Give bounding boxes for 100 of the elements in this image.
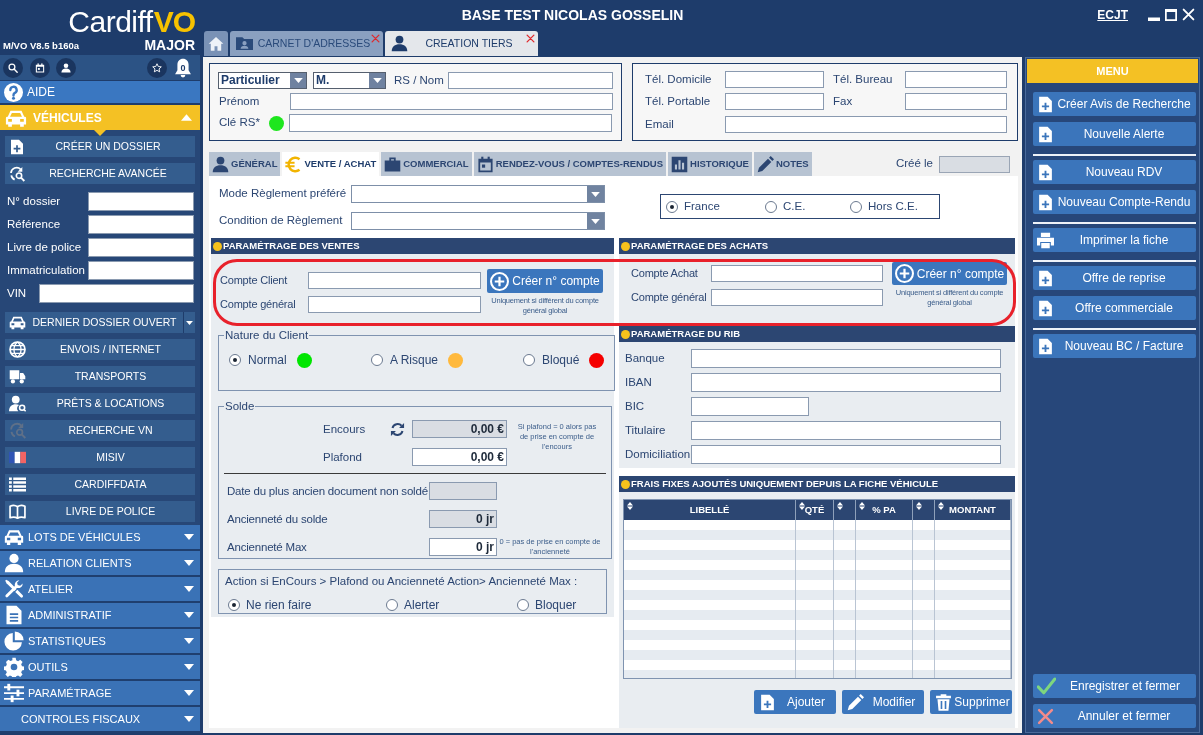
- input-field[interactable]: [711, 265, 883, 282]
- input-field[interactable]: [691, 445, 1001, 464]
- menu-button[interactable]: Créer Avis de Recherche: [1033, 92, 1196, 116]
- create-account-button[interactable]: Créer n° compte: [892, 262, 1007, 285]
- tab[interactable]: VENTE / ACHAT: [282, 152, 380, 176]
- type-select[interactable]: Particulier: [218, 72, 307, 89]
- tab[interactable]: GÉNÉRAL: [209, 152, 281, 176]
- input-field[interactable]: [905, 93, 1007, 111]
- input-field[interactable]: [289, 114, 612, 132]
- group-label: Action si EnCours > Plafond ou Ancienneté Action> Ancienneté Max :: [225, 574, 579, 589]
- field-label: BIC: [625, 398, 646, 414]
- field-label: Tél. Portable: [645, 94, 712, 110]
- input-field[interactable]: [290, 93, 613, 110]
- amount-field[interactable]: 0,00 €: [412, 420, 507, 439]
- person-icon[interactable]: [56, 57, 76, 78]
- input-field[interactable]: [88, 238, 194, 257]
- dropdown-field[interactable]: [351, 185, 605, 203]
- input-field[interactable]: [725, 93, 824, 111]
- radio-button[interactable]: [371, 354, 383, 367]
- menu-item[interactable]: ATELIER: [0, 577, 200, 603]
- create-account-button[interactable]: Créer n° compte: [487, 269, 603, 293]
- tab[interactable]: CARNET D'ADRESSES: [230, 31, 383, 56]
- menu-button[interactable]: Offre de reprise: [1033, 266, 1196, 290]
- search-icon[interactable]: [3, 57, 23, 78]
- input-field[interactable]: [39, 284, 194, 303]
- menu-button[interactable]: CARDIFFDATA: [5, 474, 195, 495]
- input-field[interactable]: [88, 261, 194, 280]
- menu-button[interactable]: CRÉER UN DOSSIER: [5, 136, 195, 157]
- menu-item[interactable]: RELATION CLIENTS: [0, 551, 200, 577]
- menu-item[interactable]: PARAMÉTRAGE: [0, 681, 200, 707]
- menu-button[interactable]: Offre commerciale: [1033, 296, 1196, 320]
- tab[interactable]: [204, 31, 228, 56]
- input-field[interactable]: [691, 421, 1001, 440]
- radio-button[interactable]: [517, 599, 529, 612]
- menu-button[interactable]: RECHERCHE AVANCÉE: [5, 163, 195, 184]
- action-button[interactable]: Supprimer: [930, 690, 1012, 714]
- input-field[interactable]: [448, 72, 613, 89]
- menu-button[interactable]: Nouveau Compte-Rendu: [1033, 190, 1196, 214]
- radio-button[interactable]: [850, 200, 862, 213]
- input-field[interactable]: [711, 289, 883, 306]
- input-field[interactable]: [725, 71, 824, 89]
- input-field[interactable]: [691, 349, 1001, 368]
- civility-select[interactable]: M.: [313, 72, 386, 89]
- menu-button[interactable]: Nouvelle Alerte: [1033, 122, 1196, 146]
- action-button[interactable]: Modifier: [842, 690, 924, 714]
- menu-button[interactable]: RECHERCHE VN: [5, 420, 195, 441]
- menu-button[interactable]: ENVOIS / INTERNET: [5, 339, 195, 360]
- input-field[interactable]: [308, 296, 481, 313]
- radio-button[interactable]: [386, 599, 398, 612]
- tab[interactable]: CREATION TIERS: [385, 31, 538, 56]
- radio-label: France: [684, 198, 720, 214]
- refresh-icon: [390, 421, 405, 437]
- menu-button[interactable]: Nouveau RDV: [1033, 160, 1196, 184]
- menu-button[interactable]: Annuler et fermer: [1033, 704, 1196, 728]
- menu-item[interactable]: ADMINISTRATIF: [0, 603, 200, 629]
- help-menu-item[interactable]: AIDE: [0, 81, 200, 103]
- value-field[interactable]: [429, 482, 497, 501]
- dropdown-field[interactable]: [351, 212, 605, 230]
- date-field[interactable]: [939, 155, 1010, 173]
- amount-field[interactable]: 0,00 €: [412, 448, 507, 467]
- menu-button[interactable]: Imprimer la fiche: [1033, 228, 1196, 252]
- pencil-icon: [847, 693, 864, 711]
- action-button[interactable]: Ajouter: [754, 690, 836, 714]
- menu-item[interactable]: STATISTIQUES: [0, 629, 200, 655]
- user-link[interactable]: ECJT: [1097, 5, 1128, 24]
- menu-button[interactable]: LIVRE DE POLICE: [5, 501, 195, 522]
- menu-button[interactable]: Enregistrer et fermer: [1033, 674, 1196, 698]
- input-field[interactable]: [308, 272, 481, 289]
- menu-button[interactable]: Nouveau BC / Facture: [1033, 334, 1196, 358]
- menu-item[interactable]: LOTS DE VÉHICULES: [0, 525, 200, 551]
- tab[interactable]: RENDEZ-VOUS / COMPTES-RENDUS: [473, 152, 666, 176]
- radio-button[interactable]: [523, 354, 535, 367]
- menu-button[interactable]: DERNIER DOSSIER OUVERT: [5, 312, 195, 333]
- value-field[interactable]: 0 jr: [429, 510, 497, 529]
- file-plus-icon: [1037, 125, 1054, 143]
- menu-item[interactable]: CONTROLES FISCAUX: [0, 707, 200, 733]
- maximize-icon[interactable]: [1165, 8, 1177, 21]
- plus-circle-icon: [895, 264, 914, 283]
- radio-button[interactable]: [666, 200, 678, 213]
- input-field[interactable]: [691, 397, 809, 416]
- input-field[interactable]: [725, 115, 1007, 133]
- radio-button[interactable]: [229, 354, 241, 367]
- input-field[interactable]: [88, 192, 194, 211]
- calendar-icon[interactable]: [30, 57, 50, 78]
- tab[interactable]: COMMERCIAL: [381, 152, 472, 176]
- input-field[interactable]: [905, 71, 1007, 89]
- radio-button[interactable]: [228, 599, 240, 612]
- menu-button[interactable]: MISIV: [5, 447, 195, 468]
- sort-icon: [916, 502, 922, 510]
- value-field[interactable]: 0 jr: [429, 538, 497, 557]
- input-field[interactable]: [691, 373, 1001, 392]
- menu-button[interactable]: PRÊTS & LOCATIONS: [5, 393, 195, 414]
- menu-button[interactable]: TRANSPORTS: [5, 366, 195, 387]
- bell-icon[interactable]: [173, 57, 193, 78]
- menu-item[interactable]: OUTILS: [0, 655, 200, 681]
- tab[interactable]: NOTES: [753, 152, 812, 176]
- radio-button[interactable]: [765, 200, 777, 213]
- tab[interactable]: HISTORIQUE: [668, 152, 752, 176]
- input-field[interactable]: [88, 215, 194, 234]
- sort-icon: [938, 502, 944, 510]
